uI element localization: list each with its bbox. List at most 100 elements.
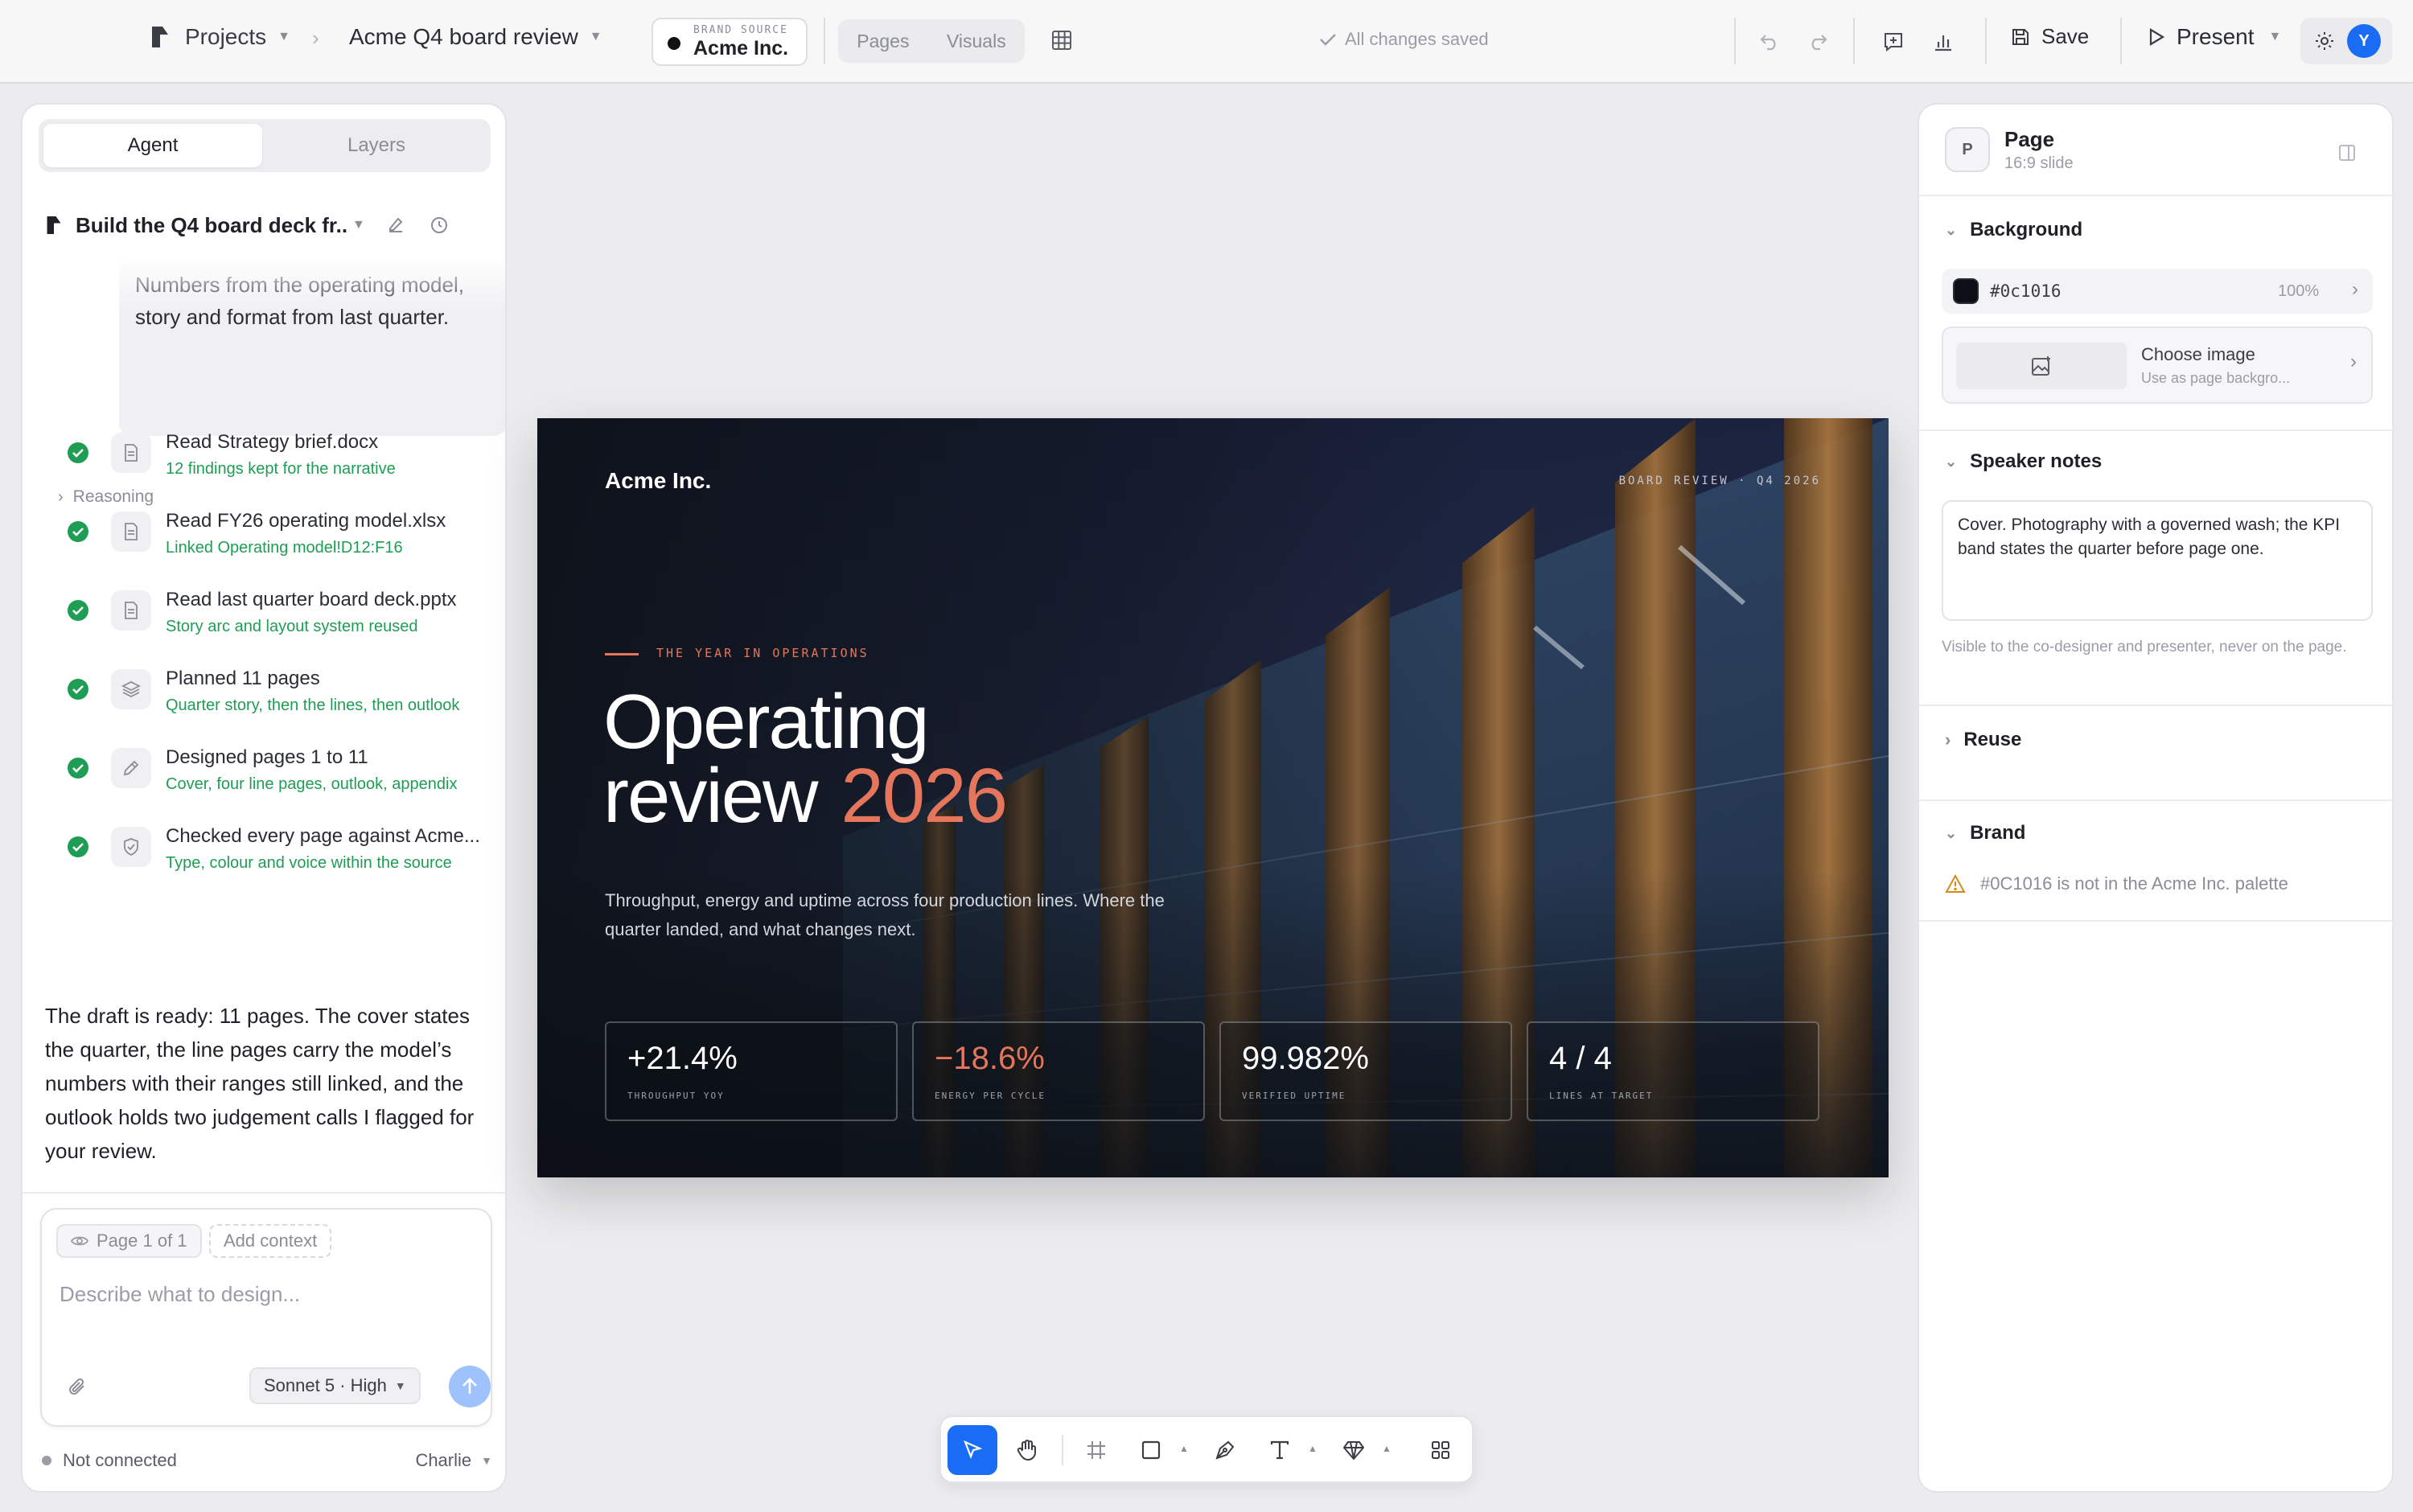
brand-warning[interactable]: #0C1016 is not in the Acme Inc. palette	[1945, 873, 2288, 894]
agent-step[interactable]: Planned 11 pages Quarter story, then the…	[45, 661, 504, 725]
caret-up-icon[interactable]: ▲	[1308, 1443, 1317, 1454]
history-icon[interactable]	[430, 216, 449, 235]
save-label: Save	[2041, 24, 2090, 48]
kpi-card[interactable]: +21.4% THROUGHPUT YOY	[605, 1021, 898, 1121]
avatar[interactable]: Y	[2347, 24, 2381, 58]
properties-panel: P Page 16:9 slide ⌄ Background #0c1016 1…	[1918, 103, 2394, 1493]
thread-header: Build the Q4 board deck fr... ▼	[45, 201, 495, 249]
redo-button[interactable]	[1800, 24, 1835, 60]
kpi-card[interactable]: 4 / 4 LINES AT TARGET	[1527, 1021, 1819, 1121]
component-tool[interactable]	[1329, 1425, 1379, 1475]
undo-button[interactable]	[1752, 24, 1787, 60]
present-button[interactable]: Present ▼	[2148, 24, 2281, 50]
rectangle-tool[interactable]	[1126, 1425, 1176, 1475]
slide-brand[interactable]: Acme Inc.	[605, 468, 711, 494]
file-icon	[111, 590, 151, 631]
slide-eyebrow[interactable]: THE YEAR IN OPERATIONS	[656, 646, 869, 660]
frame-tool[interactable]	[1071, 1425, 1121, 1475]
layers-icon	[111, 669, 151, 709]
undo-icon	[1760, 35, 1776, 51]
text-tool[interactable]	[1255, 1425, 1305, 1475]
slide-meta[interactable]: BOARD REVIEW · Q4 2026	[1619, 475, 1821, 487]
step-title: Read FY26 operating model.xlsx	[166, 510, 446, 532]
connection-status[interactable]: Not connected	[63, 1450, 177, 1471]
caret-up-icon[interactable]: ▲	[1179, 1443, 1189, 1454]
section-reuse[interactable]: › Reuse	[1945, 729, 2021, 751]
file-name-menu[interactable]: Acme Q4 board review ▼	[349, 24, 602, 50]
check-circle-icon	[68, 521, 88, 542]
save-status-text: All changes saved	[1345, 29, 1489, 49]
tab-visuals[interactable]: Visuals	[947, 31, 1006, 52]
send-button[interactable]	[449, 1366, 491, 1407]
status-dot-icon	[42, 1456, 51, 1465]
divider	[824, 18, 825, 64]
apps-tool[interactable]	[1416, 1425, 1465, 1475]
edit-icon[interactable]	[386, 216, 405, 235]
thread-title[interactable]: Build the Q4 board deck fr...	[76, 213, 349, 238]
divider	[1919, 705, 2392, 706]
collapse-panel-button[interactable]	[2329, 135, 2365, 171]
step-title: Read last quarter board deck.pptx	[166, 589, 457, 610]
divider	[1919, 429, 2392, 431]
select-tool[interactable]	[948, 1425, 997, 1475]
section-background[interactable]: ⌄ Background	[1945, 219, 2082, 241]
tab-layers[interactable]: Layers	[267, 124, 486, 167]
kpi-card[interactable]: −18.6% ENERGY PER CYCLE	[912, 1021, 1205, 1121]
slide-canvas[interactable]: Acme Inc. BOARD REVIEW · Q4 2026 THE YEA…	[537, 418, 1889, 1177]
headline-accent: 2026	[841, 753, 1008, 839]
agent-step[interactable]: Designed pages 1 to 11 Cover, four line …	[45, 740, 504, 804]
kpi-value: 4 / 4	[1549, 1041, 1612, 1076]
section-label: Reuse	[1963, 729, 2022, 750]
insights-button[interactable]	[1926, 24, 1961, 60]
slide-headline[interactable]: Operating review 2026	[603, 679, 1008, 835]
user-menu[interactable]: Charlie	[415, 1450, 471, 1471]
prompt-input[interactable]	[60, 1274, 470, 1314]
tab-pages[interactable]: Pages	[857, 31, 909, 52]
grid-button[interactable]	[1044, 23, 1079, 58]
hand-tool[interactable]	[1002, 1425, 1052, 1475]
caret-up-icon[interactable]: ▲	[1382, 1443, 1391, 1454]
chevron-down-icon[interactable]: ▼	[481, 1454, 492, 1467]
attach-button[interactable]	[60, 1369, 95, 1404]
section-label: Brand	[1970, 822, 2026, 844]
agent-step[interactable]: Checked every page against Acme... Type,…	[45, 819, 504, 883]
agent-step[interactable]: Read FY26 operating model.xlsx Linked Op…	[45, 503, 504, 568]
pen-tool[interactable]	[1200, 1425, 1250, 1475]
comment-button[interactable]	[1876, 24, 1911, 60]
color-hex[interactable]: #0c1016	[1990, 281, 2062, 301]
headline-line-1: Operating	[603, 679, 930, 765]
agent-step[interactable]: Read Strategy brief.docx 12 findings kep…	[45, 425, 504, 489]
slide-subtitle[interactable]: Throughput, energy and uptime across fou…	[605, 886, 1184, 944]
model-select[interactable]: Sonnet 5 · High ▼	[249, 1367, 421, 1404]
page-context-chip[interactable]: Page 1 of 1	[56, 1224, 202, 1258]
projects-menu[interactable]: Projects ▼	[150, 24, 290, 50]
chevron-down-icon[interactable]: ▼	[352, 218, 365, 232]
color-swatch[interactable]	[1953, 278, 1979, 304]
step-detail: Cover, four line pages, outlook, appendi…	[166, 775, 458, 793]
brand-dot-icon	[668, 37, 680, 50]
agent-step[interactable]: Read last quarter board deck.pptx Story …	[45, 582, 504, 647]
brand-source-value: Acme Inc.	[693, 37, 789, 60]
background-color-field[interactable]: #0c1016 100% ›	[1942, 269, 2373, 314]
kpi-card[interactable]: 99.982% VERIFIED UPTIME	[1219, 1021, 1512, 1121]
save-button[interactable]: Save	[2011, 24, 2089, 49]
add-context-button[interactable]: Add context	[209, 1224, 332, 1258]
choose-image-button[interactable]: Choose image Use as page backgro... ›	[1942, 327, 2373, 404]
chevron-right-icon: ›	[2350, 351, 2357, 372]
present-label: Present	[2177, 24, 2255, 49]
projects-label: Projects	[185, 24, 267, 49]
chevron-right-icon: ›	[2352, 278, 2358, 300]
divider	[1734, 18, 1736, 64]
tab-agent[interactable]: Agent	[43, 124, 262, 167]
check-circle-icon	[68, 442, 88, 463]
speaker-notes-input[interactable]: Cover. Photography with a governed wash;…	[1942, 500, 2373, 621]
settings-button[interactable]	[2307, 23, 2342, 59]
section-speaker-notes[interactable]: ⌄ Speaker notes	[1945, 450, 2102, 473]
section-brand[interactable]: ⌄ Brand	[1945, 822, 2025, 844]
color-opacity[interactable]: 100%	[2278, 282, 2319, 301]
divider	[1919, 799, 2392, 801]
brand-source-chip[interactable]: BRAND SOURCE Acme Inc.	[652, 18, 808, 66]
panel-tabs: Agent Layers	[39, 119, 491, 172]
view-switch: Pages Visuals	[838, 19, 1025, 63]
chevron-down-icon[interactable]: ▼	[2269, 30, 2282, 44]
